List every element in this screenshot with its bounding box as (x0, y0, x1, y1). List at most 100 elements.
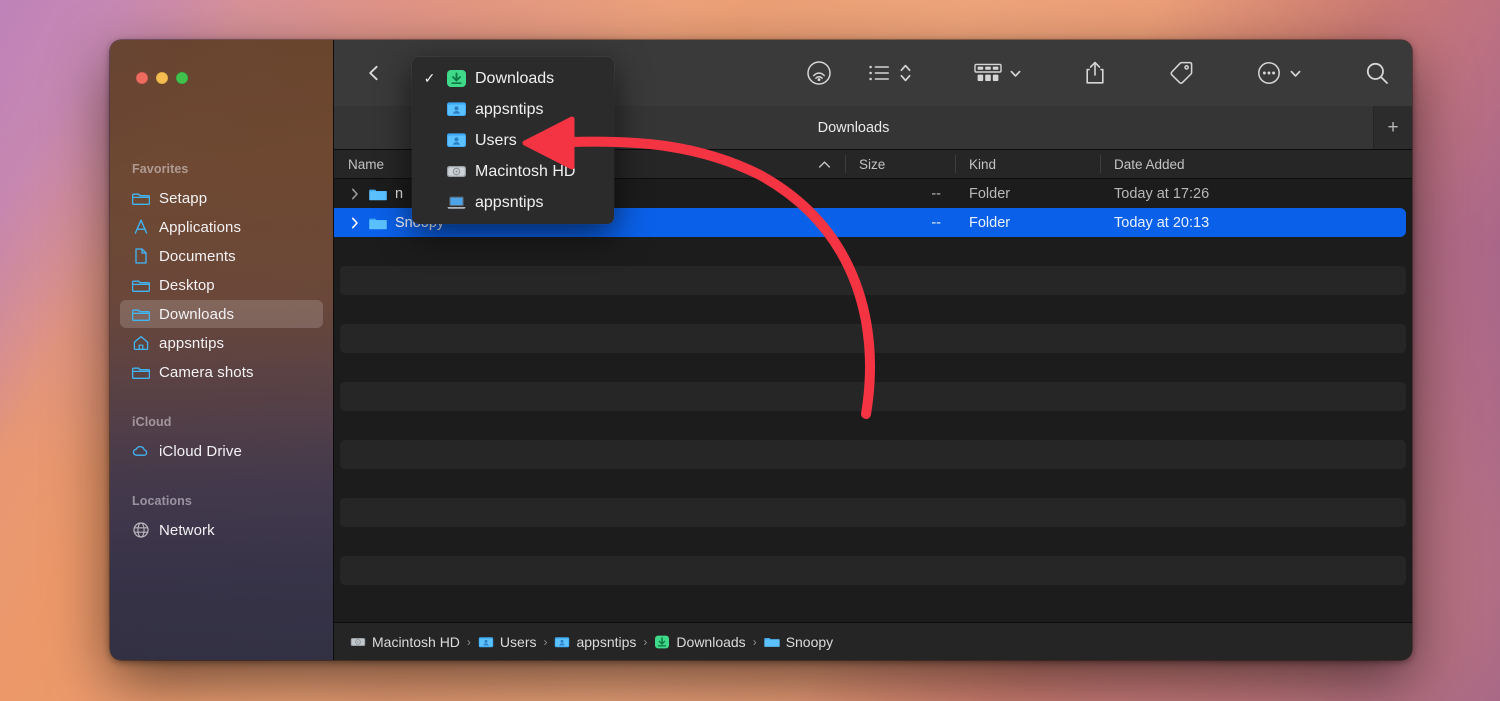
sidebar-item-label: Desktop (159, 276, 215, 294)
harddisk-icon (350, 634, 366, 650)
sidebar-item-label: Setapp (159, 189, 208, 207)
dropdown-item-macintosh-hd[interactable]: Macintosh HD (412, 156, 614, 187)
sidebar-item-label: Applications (159, 218, 242, 236)
folder-icon (369, 185, 387, 203)
column-header-size[interactable]: Size (845, 150, 955, 178)
more-icon[interactable] (1256, 53, 1282, 93)
breadcrumb-macintosh-hd[interactable]: Macintosh HD (350, 634, 460, 650)
more-chevron-icon[interactable] (1289, 53, 1302, 93)
breadcrumb-separator: › (752, 634, 757, 649)
window-controls (110, 40, 333, 106)
sidebar-item-camera-shots[interactable]: Camera shots (120, 358, 323, 386)
sidebar: Favorites Setapp Applications Documents … (110, 40, 333, 660)
breadcrumb-snoopy[interactable]: Snoopy (764, 634, 833, 650)
dropdown-item-label: Downloads (475, 69, 555, 87)
file-list: n -- Folder Today at 17:26 Snoopy (334, 179, 1412, 622)
new-tab-button[interactable]: + (1374, 106, 1412, 149)
folder-icon (132, 276, 150, 294)
path-bar: Macintosh HD › Users › appsntips › Downl… (334, 622, 1412, 660)
user-folder-icon (554, 634, 570, 650)
dropdown-item-downloads[interactable]: ✓ Downloads (412, 63, 614, 94)
sidebar-item-applications[interactable]: Applications (120, 213, 323, 241)
back-chevron-icon[interactable] (354, 53, 394, 93)
empty-row-stripe (334, 266, 1412, 295)
folder-icon (132, 363, 150, 381)
sidebar-item-downloads[interactable]: Downloads (120, 300, 323, 328)
sidebar-item-label: Camera shots (159, 363, 254, 381)
sidebar-item-appsntips[interactable]: appsntips (120, 329, 323, 357)
sidebar-item-label: Documents (159, 247, 236, 265)
column-header-kind[interactable]: Kind (955, 150, 1100, 178)
breadcrumb-downloads[interactable]: Downloads (654, 634, 746, 650)
downloads-icon (446, 68, 467, 89)
dropdown-item-appsntips-mac[interactable]: appsntips (412, 187, 614, 218)
dropdown-item-label: Macintosh HD (475, 162, 576, 180)
column-label: Name (348, 156, 385, 172)
sidebar-item-label: appsntips (159, 334, 225, 352)
list-view-icon[interactable] (868, 53, 892, 93)
column-label: Kind (969, 156, 997, 172)
zoom-button[interactable] (176, 72, 188, 84)
breadcrumb-separator: › (543, 634, 548, 649)
file-date-added: Today at 20:13 (1114, 214, 1210, 231)
breadcrumb-separator: › (643, 634, 648, 649)
breadcrumb-label: Macintosh HD (372, 633, 460, 650)
tab-label: Downloads (817, 119, 890, 136)
sidebar-item-icloud-drive[interactable]: iCloud Drive (120, 437, 323, 465)
file-size: -- (931, 214, 941, 231)
file-size: -- (931, 185, 941, 202)
sidebar-item-label: Downloads (159, 305, 235, 323)
breadcrumb-users[interactable]: Users (478, 633, 537, 650)
sidebar-item-documents[interactable]: Documents (120, 242, 323, 270)
column-label: Size (859, 156, 886, 172)
sidebar-item-desktop[interactable]: Desktop (120, 271, 323, 299)
user-folder-icon (446, 99, 467, 120)
disclosure-chevron-icon[interactable] (348, 188, 361, 200)
toolbar-buttons (806, 53, 1412, 93)
file-name: n (395, 185, 404, 202)
breadcrumb-label: Snoopy (785, 633, 834, 650)
close-button[interactable] (136, 72, 148, 84)
airdrop-icon[interactable] (806, 53, 832, 93)
disclosure-chevron-icon[interactable] (348, 217, 361, 229)
tag-icon[interactable] (1168, 53, 1194, 93)
sidebar-section-locations: Locations (132, 494, 192, 508)
finder-window: Favorites Setapp Applications Documents … (110, 40, 1412, 660)
downloads-icon (654, 634, 670, 650)
sidebar-item-setapp[interactable]: Setapp (120, 184, 323, 212)
minimize-button[interactable] (156, 72, 168, 84)
dropdown-item-appsntips-folder[interactable]: appsntips (412, 94, 614, 125)
document-icon (132, 247, 150, 265)
column-label: Date Added (1114, 156, 1185, 172)
column-header-date-added[interactable]: Date Added (1100, 150, 1412, 178)
user-folder-icon (478, 634, 494, 650)
share-icon[interactable] (1084, 53, 1106, 93)
group-chevron-icon[interactable] (1009, 53, 1022, 93)
empty-row-stripe (334, 498, 1412, 527)
file-kind: Folder (969, 214, 1011, 231)
file-kind: Folder (969, 185, 1011, 202)
sort-stepper-icon[interactable] (899, 53, 912, 93)
search-icon[interactable] (1364, 53, 1390, 93)
dropdown-item-users[interactable]: Users (412, 125, 614, 156)
home-icon (132, 334, 150, 352)
sidebar-item-network[interactable]: Network (120, 516, 323, 544)
sidebar-item-label: Network (159, 521, 215, 539)
breadcrumb-label: Users (499, 633, 537, 650)
globe-icon (132, 521, 150, 539)
checkmark-icon: ✓ (423, 70, 436, 86)
cloud-icon (132, 442, 150, 460)
user-folder-icon (446, 130, 467, 151)
breadcrumb-separator: › (466, 634, 471, 649)
empty-row-stripe (334, 382, 1412, 411)
empty-row-stripe (334, 556, 1412, 585)
sidebar-item-label: iCloud Drive (159, 442, 242, 460)
breadcrumb-appsntips[interactable]: appsntips (554, 634, 636, 650)
breadcrumb-label: appsntips (576, 633, 637, 650)
dropdown-item-label: appsntips (475, 193, 544, 211)
sidebar-section-icloud: iCloud (132, 415, 172, 429)
folder-icon (132, 305, 150, 323)
dropdown-item-label: appsntips (475, 100, 544, 118)
group-view-icon[interactable] (974, 53, 1002, 93)
sort-ascending-icon (818, 160, 831, 169)
